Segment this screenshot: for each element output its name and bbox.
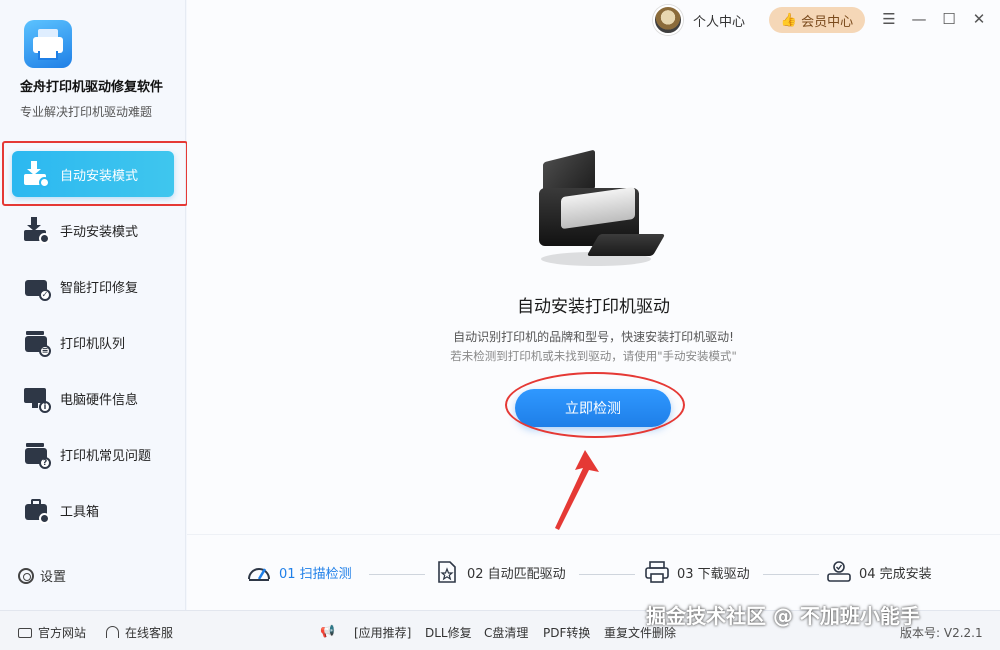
sidebar-item-hardware-info[interactable]: i 电脑硬件信息: [12, 375, 174, 421]
printer-queue-icon: ≡: [22, 328, 51, 357]
dll-fix-link[interactable]: DLL修复: [425, 624, 472, 641]
app-subtitle: 专业解决打印机驱动难题: [20, 105, 153, 119]
vip-center-label: 会员中心: [801, 14, 854, 30]
monitor-icon: [18, 628, 32, 638]
check-device-icon: [827, 561, 851, 582]
step-label: 02 自动匹配驱动: [467, 566, 566, 582]
app-title: 金舟打印机驱动修复软件: [20, 80, 164, 95]
megaphone-icon: 📢: [320, 624, 335, 638]
step-match-driver: 02 自动匹配驱动: [435, 561, 566, 583]
document-star-icon: [438, 561, 456, 583]
toolbox-icon: [22, 496, 50, 524]
printer-question-icon: ?: [22, 440, 51, 469]
close-icon[interactable]: ✕: [970, 10, 988, 28]
step-label: 03 下载驱动: [677, 566, 750, 582]
thumbs-up-icon: 👍: [780, 12, 798, 28]
online-service-label: 在线客服: [125, 626, 174, 640]
red-annotation-ellipse: [505, 372, 685, 438]
official-site-label: 官方网站: [38, 626, 87, 640]
maximize-icon[interactable]: ☐: [940, 10, 958, 28]
sidebar: 金舟打印机驱动修复软件 专业解决打印机驱动难题 自动安装模式 手动安装模式 ✓ …: [0, 0, 186, 610]
settings-button[interactable]: 设置: [18, 566, 66, 585]
watermark: 掘金技术社区 @ 不加班小能手: [646, 604, 920, 628]
ai-repair-icon: ✓: [22, 272, 51, 301]
speedometer-icon: [248, 568, 270, 581]
sidebar-item-faq[interactable]: ? 打印机常见问题: [12, 431, 174, 477]
avatar[interactable]: [653, 5, 683, 35]
step-label: 04 完成安装: [859, 566, 932, 582]
c-clean-link[interactable]: C盘清理: [484, 624, 528, 641]
sidebar-item-printer-queue[interactable]: ≡ 打印机队列: [12, 319, 174, 365]
description-secondary: 若未检测到打印机或未找到驱动，请使用"手动安装模式": [450, 349, 737, 363]
printer-illustration: [537, 149, 666, 268]
online-service-link[interactable]: 在线客服: [106, 624, 173, 641]
description-primary: 自动识别打印机的品牌和型号，快速安装打印机驱动!: [453, 330, 734, 344]
sidebar-item-label: 手动安装模式: [60, 224, 139, 240]
step-scan: 01 扫描检测: [247, 561, 352, 583]
monitor-info-icon: i: [22, 384, 51, 413]
step-connector: [579, 574, 635, 575]
progress-steps: 01 扫描检测 02 自动匹配驱动 03 下载驱动 04 完成安装: [187, 534, 1000, 610]
sidebar-item-label: 智能打印修复: [60, 280, 139, 296]
step-connector: [763, 574, 819, 575]
menu-icon[interactable]: ☰: [880, 10, 898, 28]
main-panel: 个人中心 👍 会员中心 ☰ — ☐ ✕ 自动安装打印机驱动 自动识别打印机的品牌…: [187, 0, 1000, 610]
sidebar-item-label: 打印机常见问题: [60, 448, 152, 464]
page-title: 自动安装打印机驱动: [517, 297, 670, 317]
step-download-driver: 03 下载驱动: [645, 561, 750, 583]
official-site-link[interactable]: 官方网站: [18, 624, 86, 641]
sidebar-item-label: 工具箱: [60, 504, 100, 520]
user-center-link[interactable]: 个人中心: [693, 11, 745, 30]
red-annotation-box: [2, 141, 188, 206]
step-label: 01 扫描检测: [279, 566, 352, 582]
sidebar-item-smart-repair[interactable]: ✓ 智能打印修复: [12, 263, 174, 309]
step-connector: [369, 574, 425, 575]
manual-download-icon: [22, 216, 50, 244]
step-complete: 04 完成安装: [827, 561, 932, 583]
sidebar-item-label: 电脑硬件信息: [60, 392, 139, 408]
printer-logo-icon: [24, 20, 72, 68]
minimize-icon[interactable]: —: [910, 10, 928, 28]
app-recommend-label: [应用推荐]: [354, 626, 412, 640]
sidebar-item-manual-install[interactable]: 手动安装模式: [12, 207, 174, 253]
sidebar-item-toolbox[interactable]: 工具箱: [12, 487, 174, 533]
vip-center-button[interactable]: 👍 会员中心: [769, 7, 865, 33]
red-annotation-arrow: [555, 450, 599, 530]
headset-icon: [106, 626, 119, 638]
sidebar-item-label: 打印机队列: [60, 336, 126, 352]
settings-label: 设置: [40, 570, 67, 585]
gear-icon: [18, 567, 34, 584]
printer-download-icon: [645, 561, 669, 583]
pdf-convert-link[interactable]: PDF转换: [543, 624, 590, 641]
